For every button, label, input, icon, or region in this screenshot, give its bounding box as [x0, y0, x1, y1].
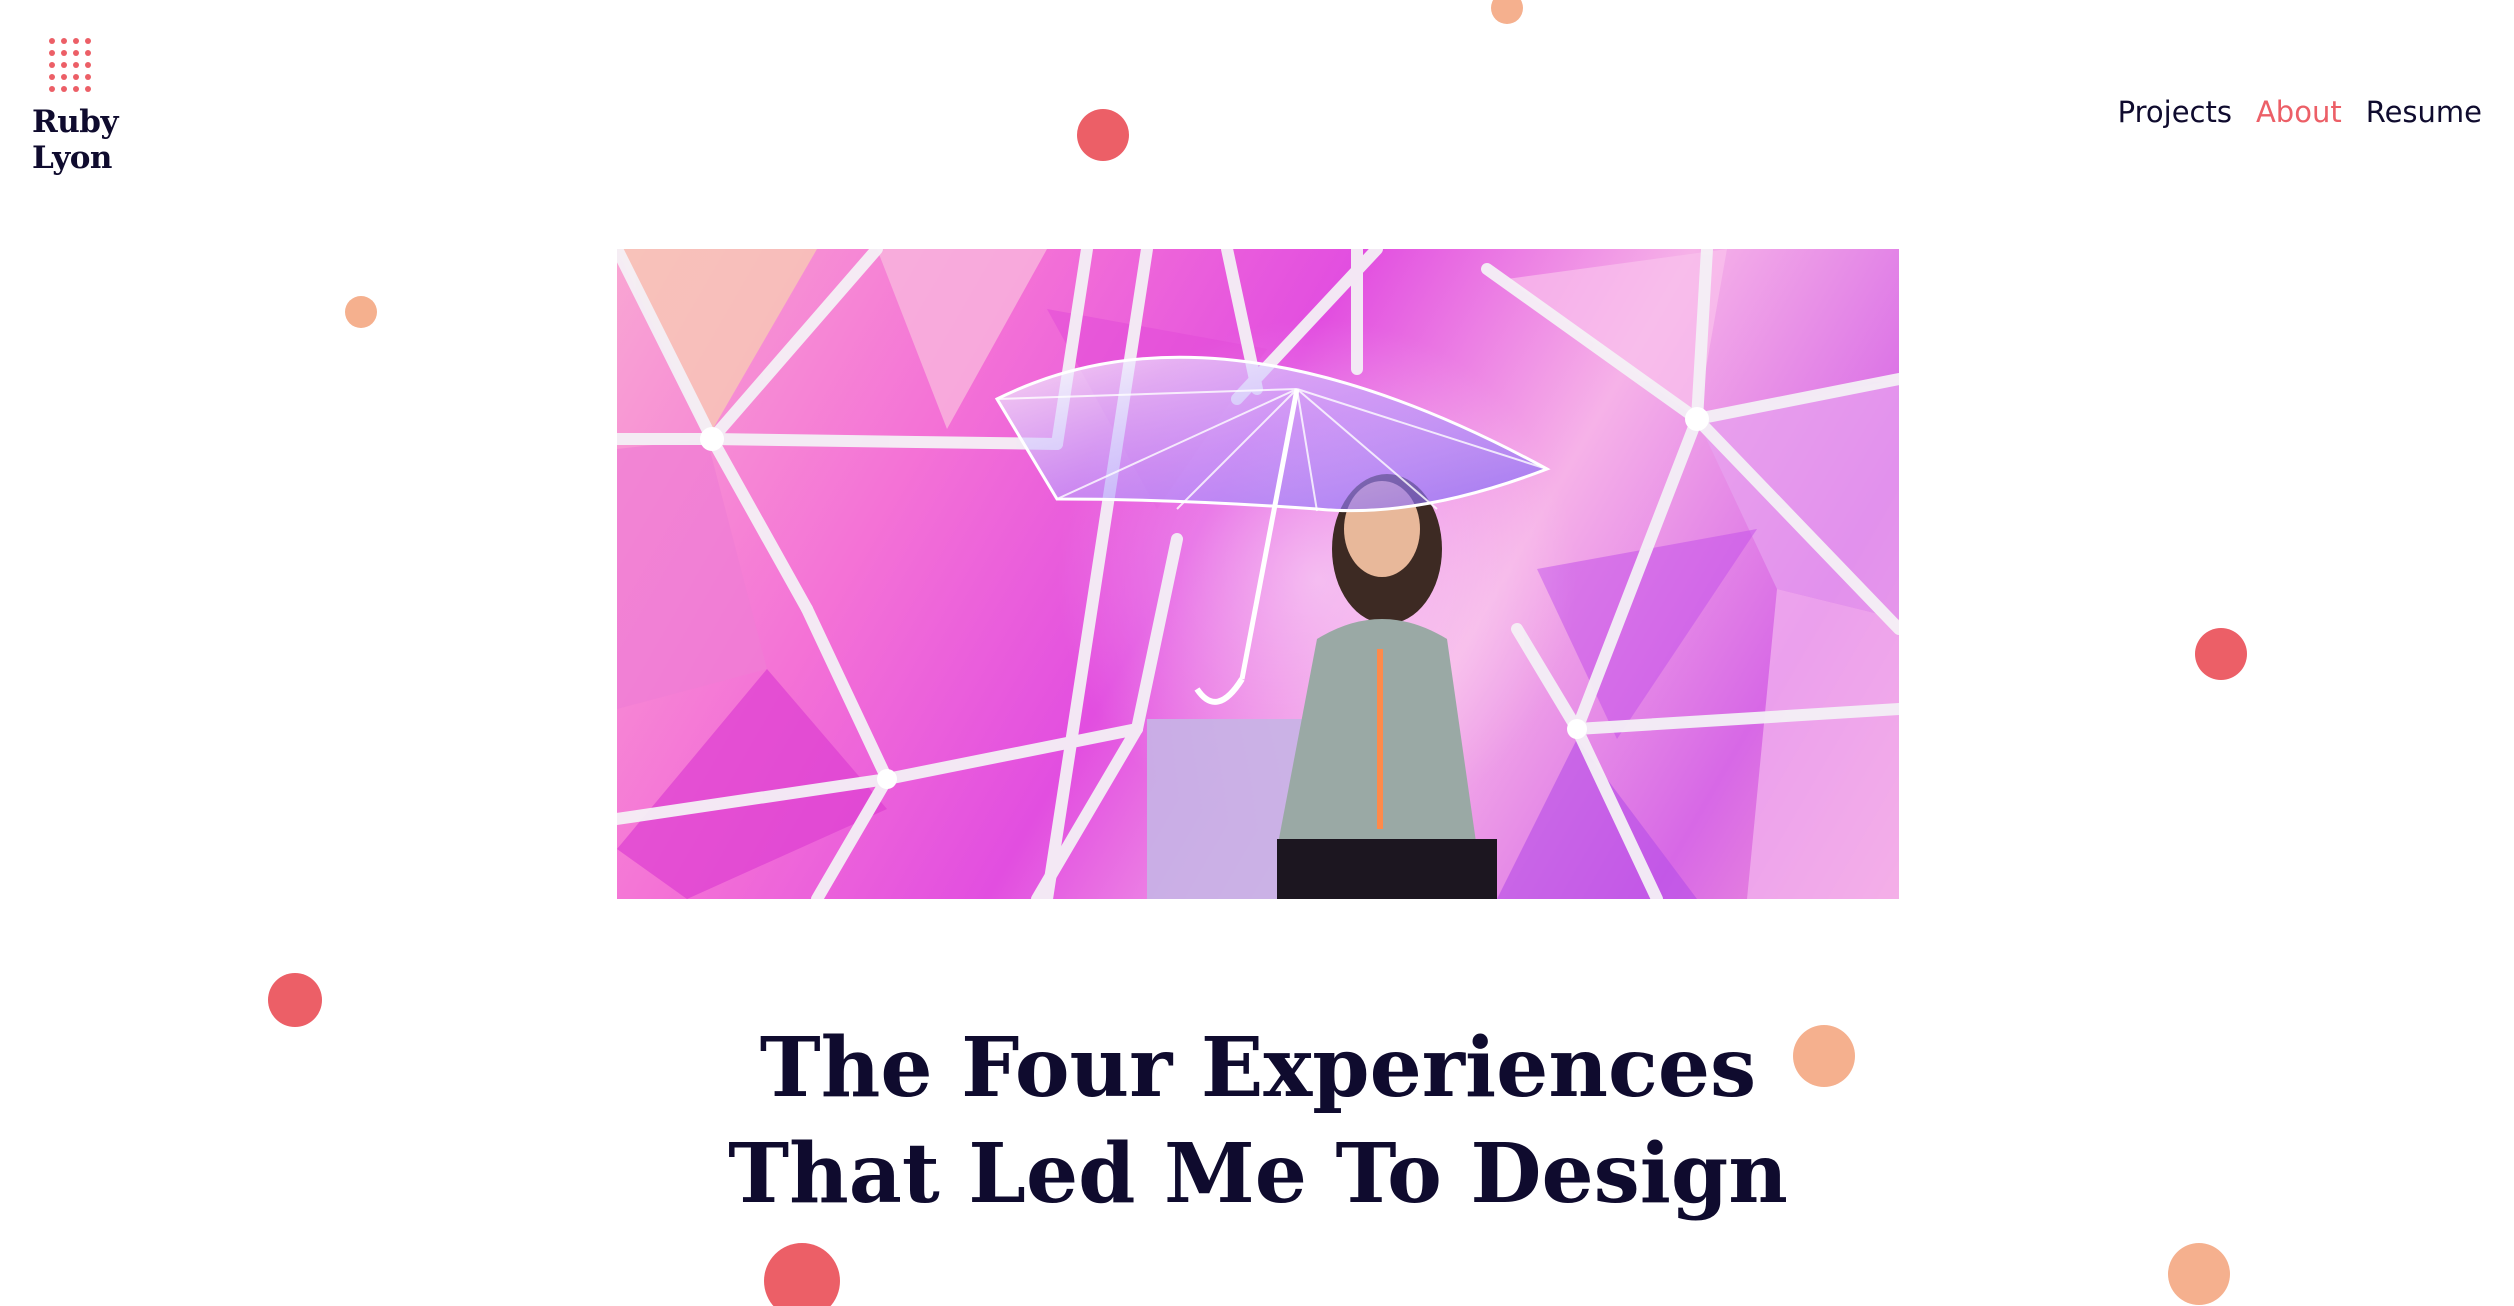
hero-image	[617, 249, 1899, 899]
logo-dot	[49, 62, 55, 68]
logo-dot	[85, 86, 91, 92]
decorative-dot	[1491, 0, 1523, 24]
hero-illustration	[617, 249, 1899, 899]
nav-projects-link[interactable]: Projects	[2118, 95, 2232, 129]
logo-dot	[73, 86, 79, 92]
logo[interactable]: Ruby Lyon	[32, 38, 122, 178]
logo-dot	[61, 50, 67, 56]
logo-dot	[73, 74, 79, 80]
decorative-dot	[2195, 628, 2247, 680]
logo-dot	[61, 74, 67, 80]
main-nav: Projects About Resume	[2118, 95, 2482, 129]
logo-dot	[73, 62, 79, 68]
logo-dot	[85, 38, 91, 44]
decorative-dot	[268, 973, 322, 1027]
logo-dot	[85, 74, 91, 80]
logo-dot	[61, 62, 67, 68]
logo-dot	[85, 50, 91, 56]
logo-dot	[61, 38, 67, 44]
logo-line-2: Lyon	[32, 140, 112, 176]
logo-text: Ruby Lyon	[32, 104, 119, 176]
nav-about-link[interactable]: About	[2256, 95, 2342, 129]
decorative-dot	[1077, 109, 1129, 161]
logo-line-1: Ruby	[32, 104, 119, 140]
logo-dot	[73, 50, 79, 56]
logo-dot	[49, 50, 55, 56]
logo-dot	[85, 62, 91, 68]
dotted-r-monogram-icon	[49, 38, 97, 98]
decorative-dot	[345, 296, 377, 328]
logo-dot	[49, 38, 55, 44]
logo-dot	[73, 38, 79, 44]
logo-dot	[49, 86, 55, 92]
decorative-dot	[2168, 1243, 2230, 1305]
logo-dot	[49, 74, 55, 80]
page-title: The Four Experiences That Led Me To Desi…	[617, 1015, 1899, 1227]
title-line-2: That Led Me To Design	[728, 1126, 1788, 1222]
logo-dot	[61, 86, 67, 92]
title-line-1: The Four Experiences	[759, 1020, 1757, 1116]
decorative-dot	[764, 1243, 840, 1306]
nav-resume-link[interactable]: Resume	[2366, 95, 2482, 129]
